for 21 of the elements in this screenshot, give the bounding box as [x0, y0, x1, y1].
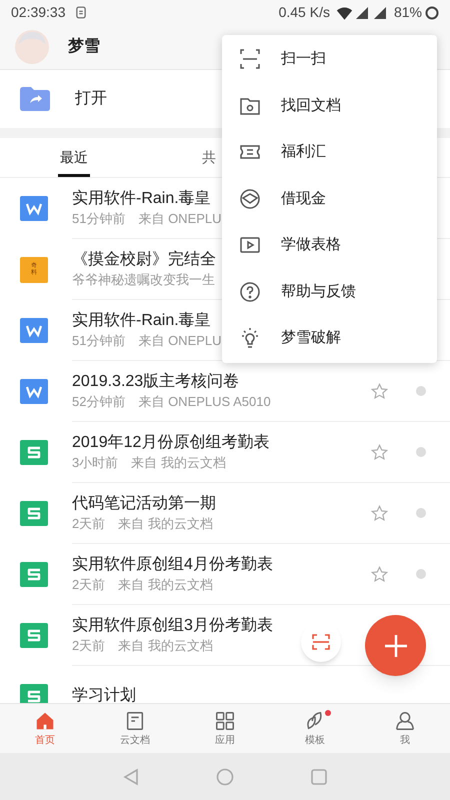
file-meta: 51分钟前 来自 ONEPLU [72, 332, 222, 350]
file-meta: 51分钟前 来自 ONEPLU [72, 210, 222, 228]
file-title: 实用软件原创组4月份考勤表 [72, 554, 273, 575]
file-title: 《摸金校尉》完结全 [72, 250, 216, 270]
clock-text: 02:39:33 [11, 3, 66, 22]
file-meta: 52分钟前 来自 ONEPLUS A5010 [72, 393, 271, 411]
file-title: 代码笔记活动第一期 [72, 494, 216, 514]
file-title: 实用软件-Rain.毒皇 [72, 310, 211, 331]
network-speed-text: 0.45 K/s [278, 3, 330, 22]
file-meta: 爷爷神秘遗嘱改变我一生 [72, 271, 215, 289]
file-title: 实用软件-Rain.毒皇 [72, 188, 211, 209]
file-title: 学习计划 [72, 686, 136, 703]
file-title: 实用软件原创组3月份考勤表 [72, 616, 273, 636]
file-title: 2019年12月份原创组考勤表 [72, 432, 270, 453]
file-meta: 3小时前 来自 我的云文档 [72, 454, 226, 472]
file-meta: 2天前 来自 我的云文档 [72, 576, 213, 594]
username-text: 梦雪 [68, 36, 100, 57]
file-meta: 2天前 来自 我的云文档 [72, 637, 213, 655]
battery-text: 81% [394, 3, 422, 22]
file-title: 2019.3.23版主考核问卷 [72, 372, 240, 392]
file-meta: 2天前 来自 我的云文档 [72, 515, 213, 533]
